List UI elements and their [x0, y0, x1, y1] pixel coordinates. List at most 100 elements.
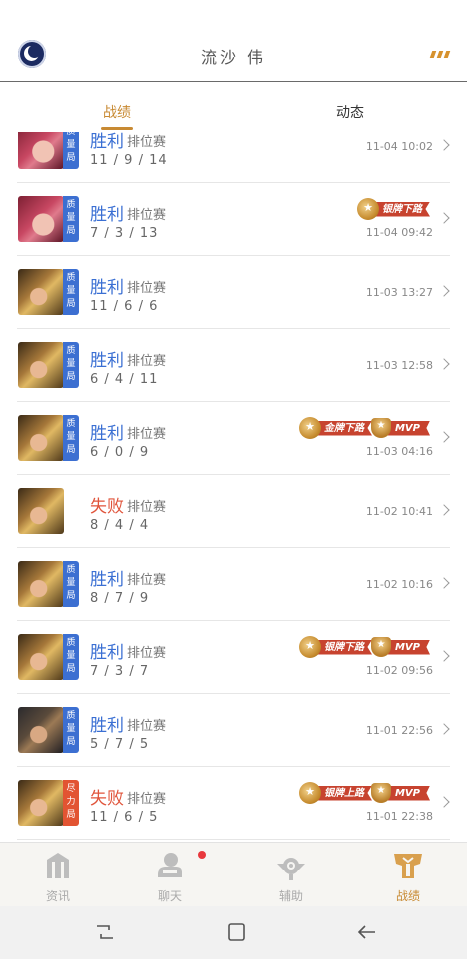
badge-char: 量	[66, 213, 76, 223]
chevron-right-icon	[438, 431, 450, 443]
badge-char: 局	[66, 226, 76, 236]
match-mode: 排位赛	[127, 573, 167, 588]
nav-label: 战绩	[395, 889, 420, 903]
match-row[interactable]: 质量局胜利 排位赛 5 / 7 / 5 11-01 22:56	[17, 694, 450, 767]
position-medal: 银牌下路	[299, 636, 372, 658]
chevron-right-icon	[438, 577, 450, 589]
match-time: 11-03 12:58	[365, 359, 433, 372]
match-row[interactable]: 质量局胜利排位赛7 / 3 / 711-02 09:56MVP银牌下路	[17, 621, 450, 694]
hero-avatar	[18, 196, 64, 242]
medal-label: MVP	[384, 639, 430, 655]
match-quality-badge: 质量局	[63, 415, 79, 461]
badge-char: 局	[66, 299, 76, 309]
match-mode: 排位赛	[127, 792, 167, 807]
match-time: 11-03 04:16	[365, 445, 433, 458]
match-kda: 11 / 6 / 5	[90, 810, 159, 825]
match-result: 胜利	[90, 570, 124, 590]
badge-char: 局	[66, 372, 76, 382]
match-row[interactable]: 失败 排位赛 8 / 4 / 4 11-02 10:41	[17, 475, 450, 548]
app-header: 流沙 伟	[0, 0, 467, 82]
badge-char: 质	[66, 132, 76, 137]
match-time: 11-02 10:16	[365, 578, 433, 591]
nav-assist[interactable]: 辅助	[251, 843, 331, 907]
match-result: 失败	[90, 789, 124, 809]
medal-label: MVP	[384, 420, 430, 436]
recent-apps-icon[interactable]	[93, 920, 117, 944]
match-row[interactable]: 质量局胜利 排位赛 6 / 4 / 11 11-03 12:58	[17, 329, 450, 402]
match-quality-badge: 质量局	[63, 196, 79, 242]
system-navigation-bar	[0, 906, 467, 959]
match-quality-badge: 质量局	[63, 561, 79, 607]
badge-char: 局	[66, 737, 76, 747]
record-icon	[394, 854, 422, 878]
match-quality-badge: 质量局	[63, 634, 79, 680]
hero-avatar	[18, 488, 64, 534]
match-result: 胜利	[90, 205, 124, 225]
badge-char: 量	[66, 651, 76, 661]
mvp-medal: MVP	[370, 783, 430, 803]
match-row[interactable]: 质量局胜利 排位赛 11 / 6 / 6 11-03 13:27	[17, 256, 450, 329]
match-mode: 排位赛	[127, 427, 167, 442]
badge-char: 质	[66, 638, 76, 648]
nav-chat[interactable]: 聊天	[130, 843, 210, 907]
badge-char: 质	[66, 273, 76, 283]
match-kda: 8 / 4 / 4	[90, 518, 150, 533]
match-time: 11-02 10:41	[365, 505, 433, 518]
match-quality-badge: 尽力局	[63, 780, 79, 826]
match-kda: 7 / 3 / 7	[90, 664, 150, 679]
medal-label: 银牌下路	[373, 201, 430, 217]
mvp-medal: MVP	[370, 418, 430, 438]
match-result: 胜利	[90, 424, 124, 444]
hero-avatar	[18, 780, 64, 826]
page-title: 流沙 伟	[200, 48, 267, 67]
badge-char: 质	[66, 200, 76, 210]
badge-char: 质	[66, 419, 76, 429]
match-row[interactable]: 质量局胜利 排位赛 8 / 7 / 9 11-02 10:16	[17, 548, 450, 621]
badge-char: 局	[66, 445, 76, 455]
chevron-right-icon	[438, 796, 450, 808]
position-medal: 金牌下路	[299, 417, 372, 439]
tab-activity[interactable]: 动态	[336, 102, 364, 122]
match-list[interactable]: 质量局胜利 排位赛 11 / 9 / 14 11-04 10:02 质量局胜利 排位赛 7 …	[0, 132, 467, 842]
tab-record[interactable]: 战绩	[103, 102, 131, 122]
match-mode: 排位赛	[127, 208, 167, 223]
nav-record[interactable]: 战绩	[368, 843, 448, 907]
medal-icon	[299, 782, 321, 804]
match-row[interactable]: 质量局胜利排位赛 6 / 0 / 9 11-03 04:16 MVP 金牌下路	[17, 402, 450, 475]
match-row[interactable]: 尽力局失败排位赛11 / 6 / 511-01 22:38MVP银牌上路	[17, 767, 450, 840]
chevron-right-icon	[438, 358, 450, 370]
match-mode: 排位赛	[127, 281, 167, 296]
match-time: 11-04 10:02	[365, 140, 433, 153]
badge-char: 量	[66, 724, 76, 734]
chevron-right-icon	[438, 504, 450, 516]
match-kda: 8 / 7 / 9	[90, 591, 150, 606]
badge-char: 量	[66, 140, 76, 150]
match-quality-badge: 质量局	[63, 342, 79, 388]
match-row[interactable]: 质量局胜利 排位赛 11 / 9 / 14 11-04 10:02	[17, 132, 450, 183]
medal-label: MVP	[384, 785, 430, 801]
match-result: 胜利	[90, 351, 124, 371]
hero-avatar	[18, 132, 64, 169]
hero-avatar	[18, 342, 64, 388]
match-row[interactable]: 质量局胜利排位赛7 / 3 / 1311-04 09:42银牌下路	[17, 183, 450, 256]
bottom-navigation: 资讯 聊天 辅助 战绩	[0, 842, 467, 906]
more-menu-icon[interactable]	[429, 51, 451, 58]
match-mode: 排位赛	[127, 500, 167, 515]
badge-char: 质	[66, 346, 76, 356]
badge-char: 局	[66, 664, 76, 674]
nav-news[interactable]: 资讯	[18, 843, 98, 907]
match-mode: 排位赛	[127, 646, 167, 661]
back-icon[interactable]	[355, 920, 379, 944]
badge-char: 局	[66, 153, 76, 163]
badge-char: 质	[66, 711, 76, 721]
trophy-icon	[370, 783, 391, 803]
home-icon[interactable]	[224, 920, 248, 944]
match-kda: 6 / 0 / 9	[90, 445, 150, 460]
badge-char: 局	[66, 591, 76, 601]
nav-label: 辅助	[278, 889, 303, 903]
hero-avatar	[18, 707, 64, 753]
mvp-medal: MVP	[370, 637, 430, 657]
match-mode: 排位赛	[127, 354, 167, 369]
hero-avatar	[18, 561, 64, 607]
badge-char: 质	[66, 565, 76, 575]
